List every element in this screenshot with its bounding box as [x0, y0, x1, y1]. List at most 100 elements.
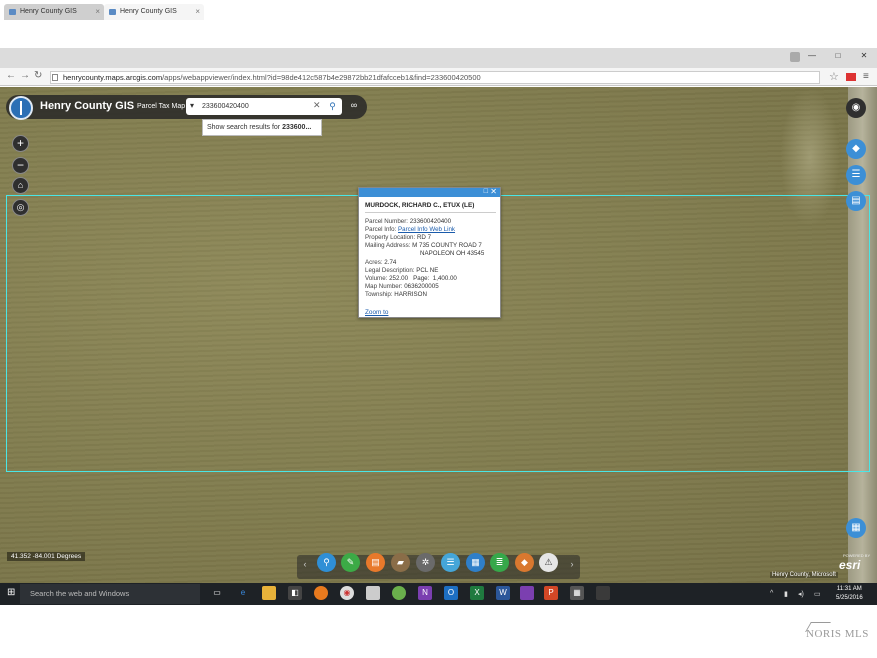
map-view[interactable] [0, 87, 877, 583]
browser-tab-label: Henry County GIS [120, 8, 177, 15]
home-button[interactable]: ⌂ [12, 177, 29, 194]
zoom-out-button[interactable]: − [12, 157, 29, 174]
coordinate-readout: 41.352 -84.001 Degrees [7, 552, 86, 561]
list-tool-icon[interactable]: ≣ [490, 553, 509, 572]
warning-tool-icon[interactable]: ⚠ [539, 553, 558, 572]
bookmark-tool-icon[interactable]: ▰ [391, 553, 410, 572]
grid-tool-icon[interactable]: ▦ [466, 553, 485, 572]
link-icon[interactable]: ∞ [347, 100, 361, 112]
clear-search-icon[interactable]: ✕ [313, 100, 321, 111]
layer-list-tool-icon[interactable]: ☰ [441, 553, 460, 572]
app-icon[interactable] [314, 586, 328, 600]
maximize-icon[interactable]: □ [825, 48, 851, 64]
maximize-popup-icon[interactable]: □ [484, 188, 488, 195]
url-field[interactable]: henrycounty.maps.arcgis.com/apps/webappv… [50, 71, 820, 84]
field-legal-description: Legal Description: PCL NE [365, 267, 439, 274]
zoom-to-link[interactable]: Zoom to [365, 309, 388, 316]
suggestion-term: 233600... [282, 124, 312, 131]
taskbar-search[interactable]: Search the web and Windows [20, 584, 200, 604]
windows-start-icon[interactable]: ⊞ [7, 587, 15, 598]
forward-icon[interactable]: → [20, 70, 30, 81]
esri-logo: esri [839, 558, 861, 572]
file-explorer-icon[interactable] [262, 586, 276, 600]
app-icon[interactable] [596, 586, 610, 600]
browser-tab-active[interactable]: Henry County GIS × [104, 4, 204, 20]
app-icon[interactable] [366, 586, 380, 600]
notification-icon[interactable]: ▭ [814, 590, 821, 598]
map-attribution: Henry County, Microsoft [770, 572, 838, 578]
search-tool-icon[interactable]: ⚲ [317, 553, 336, 572]
field-township: Township: HARRISON [365, 291, 427, 298]
page-icon [52, 74, 58, 81]
address-bar-row: ← → ↻ henrycounty.maps.arcgis.com/apps/w… [0, 68, 877, 86]
clock-date: 5/25/2016 [836, 595, 863, 601]
favicon-icon [109, 9, 116, 15]
browser-menu-icon[interactable]: ≡ [863, 71, 869, 82]
mls-watermark: NORIS MLS [805, 622, 869, 640]
app-icon[interactable] [392, 586, 406, 600]
window-controls: — □ ✕ [799, 48, 877, 64]
tray-chevron-icon[interactable]: ^ [770, 590, 773, 597]
minimize-icon[interactable]: — [799, 48, 825, 64]
popup-title-bar [359, 188, 500, 197]
county-logo-icon [9, 96, 33, 120]
field-mailing-address-line2: NAPOLEON OH 43545 [420, 250, 485, 257]
layers-button[interactable]: ◆ [846, 139, 866, 159]
legend-button[interactable]: ☰ [846, 165, 866, 185]
browser-tab[interactable]: Henry County GIS × [4, 4, 104, 20]
print-tool-icon[interactable]: ▤ [366, 553, 385, 572]
close-tab-icon[interactable]: × [95, 4, 100, 20]
parcel-info-link[interactable]: Parcel Info Web Link [398, 226, 455, 233]
close-window-icon[interactable]: ✕ [851, 48, 877, 64]
parcel-popup: □ ✕ MURDOCK, RICHARD C., ETUX (LE) Parce… [358, 187, 501, 318]
locate-button[interactable]: ◎ [12, 199, 29, 216]
close-popup-icon[interactable]: ✕ [490, 187, 497, 196]
layers-tool-icon[interactable]: ◆ [515, 553, 534, 572]
extension-icon[interactable] [846, 73, 856, 81]
back-icon[interactable]: ← [6, 70, 16, 81]
browser-tab-bar [0, 48, 877, 68]
suggestion-prefix: Show search results for [207, 124, 283, 131]
search-button[interactable]: ⚲ [324, 99, 341, 114]
popup-owner-title: MURDOCK, RICHARD C., ETUX (LE) [365, 202, 475, 209]
attribute-table-button[interactable]: ▦ [846, 518, 866, 538]
store-icon[interactable]: ◧ [288, 586, 302, 600]
field-property-location: Property Location: RD 7 [365, 234, 432, 241]
reload-icon[interactable]: ↻ [34, 70, 42, 81]
clock-time: 11:31 AM [836, 586, 862, 592]
browser-tab-label: Henry County GIS [20, 8, 77, 15]
field-map-number: Map Number: 0636200005 [365, 283, 439, 290]
chrome-icon[interactable]: ◉ [340, 586, 354, 600]
onenote-icon[interactable]: N [418, 586, 432, 600]
volume-icon[interactable]: ◂) [798, 590, 804, 598]
search-input[interactable] [202, 99, 310, 113]
close-tab-icon[interactable]: × [195, 4, 200, 20]
visibility-eye-icon[interactable]: ◉ [846, 98, 866, 118]
edge-icon[interactable]: e [236, 586, 250, 600]
basemap-tool-icon[interactable]: ✲ [416, 553, 435, 572]
zoom-in-button[interactable]: + [12, 135, 29, 152]
app-subtitle: Parcel Tax Map [137, 103, 186, 110]
search-source-dropdown-icon[interactable]: ▾ [190, 101, 194, 110]
toolbar-next-icon[interactable]: › [566, 559, 578, 569]
print-button[interactable]: ▤ [846, 191, 866, 211]
task-view-icon[interactable]: ▭ [210, 586, 224, 600]
calculator-icon[interactable]: ▦ [570, 586, 584, 600]
divider [365, 212, 496, 213]
excel-icon[interactable]: X [470, 586, 484, 600]
outlook-icon[interactable]: O [444, 586, 458, 600]
draw-tool-icon[interactable]: ✎ [341, 553, 360, 572]
network-icon[interactable]: ▮ [784, 590, 788, 598]
powerpoint-icon[interactable]: P [544, 586, 558, 600]
bookmark-star-icon[interactable]: ☆ [829, 70, 839, 83]
toolbar-prev-icon[interactable]: ‹ [299, 559, 311, 569]
favicon-icon [9, 9, 16, 15]
field-parcel-number: Parcel Number: 233600420400 [365, 218, 452, 225]
word-icon[interactable]: W [496, 586, 510, 600]
app-title: Henry County GIS [40, 100, 135, 112]
taskbar-clock[interactable]: 11:31 AM 5/25/2016 [836, 585, 863, 603]
app-icon[interactable] [520, 586, 534, 600]
field-volume-page: Volume: 252.00 Page: 1,400.00 [365, 275, 457, 282]
search-suggestion[interactable]: Show search results for 233600... [202, 119, 322, 136]
url-path: /apps/webappviewer/index.html?id=98de412… [162, 73, 481, 82]
